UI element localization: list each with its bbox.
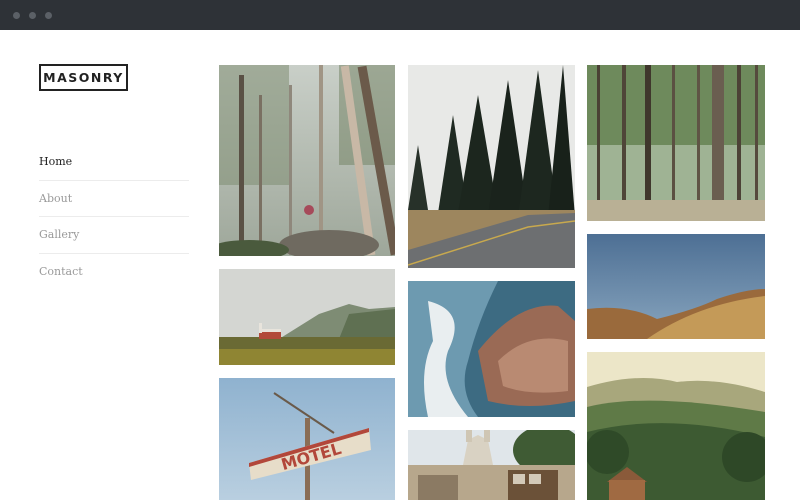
- photo-forest-cabin-valley[interactable]: [587, 352, 765, 500]
- nav-item-gallery[interactable]: Gallery: [39, 217, 189, 254]
- close-dot[interactable]: [13, 12, 20, 19]
- photo-tall-pine-trees[interactable]: [587, 65, 765, 221]
- photo-dune-hills-blue-sky[interactable]: [587, 234, 765, 339]
- window-titlebar: [0, 0, 800, 30]
- maximize-dot[interactable]: [45, 12, 52, 19]
- nav-item-contact[interactable]: Contact: [39, 254, 189, 291]
- minimize-dot[interactable]: [29, 12, 36, 19]
- photo-motel-sign[interactable]: MOTEL: [219, 378, 395, 500]
- photo-church-on-hillside[interactable]: [219, 269, 395, 365]
- site-logo[interactable]: MASONRY: [39, 64, 128, 91]
- photo-pine-forest-road[interactable]: [408, 65, 575, 268]
- nav-item-about[interactable]: About: [39, 181, 189, 217]
- photo-old-town-tram[interactable]: [408, 430, 575, 500]
- nav-item-home[interactable]: Home: [39, 144, 189, 181]
- photo-misty-birch-forest[interactable]: [219, 65, 395, 256]
- photo-rocky-coast-waves[interactable]: [408, 281, 575, 417]
- sidebar-nav: Home About Gallery Contact: [39, 144, 189, 290]
